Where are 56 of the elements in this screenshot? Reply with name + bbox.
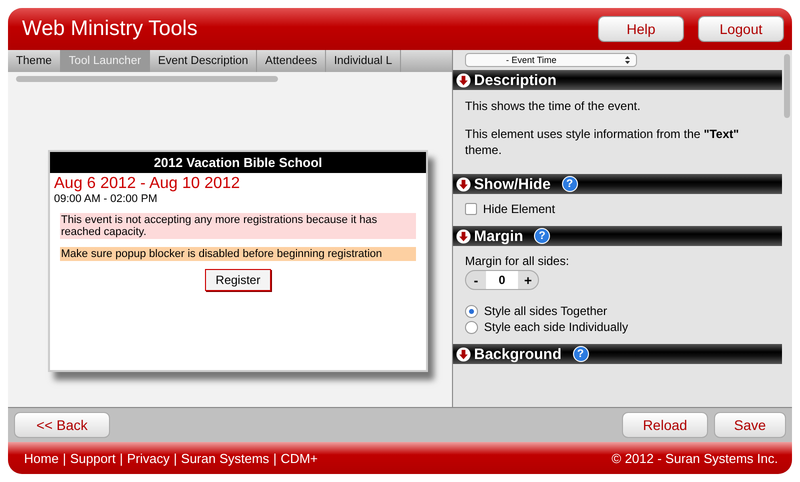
down-arrow-icon[interactable] [456,72,471,88]
footer-link[interactable]: Privacy [127,450,170,466]
toolbar-button[interactable]: Reload [622,412,708,438]
element-select[interactable]: - Event Time [465,53,637,67]
help-icon[interactable]: ? [562,176,578,192]
description-text: This element uses style information from the "Text" theme. [465,126,740,158]
down-arrow-icon[interactable] [456,346,471,362]
tab[interactable]: Attendees [257,50,326,72]
event-time: 09:00 AM - 02:00 PM [53,193,158,207]
increment-button[interactable]: + [518,272,538,288]
section-header[interactable]: Show/Hide ? [453,174,782,194]
app-title: Web Ministry Tools [22,17,198,41]
radio-label: Style all sides Together [484,304,608,318]
vertical-scrollbar[interactable] [784,54,790,118]
checkbox[interactable] [465,203,477,215]
radio-button[interactable] [465,304,478,318]
description-text: This shows the time of the event. [465,98,642,114]
decrement-button[interactable]: - [466,272,486,288]
register-button[interactable]: Register [204,269,272,291]
checkbox-label: Hide Element [483,202,556,216]
field-label: Margin for all sides: [465,254,570,268]
select-arrows-icon [625,56,630,64]
header-button[interactable]: Logout [698,16,784,42]
link-separator: | [62,450,66,466]
section-title: Background [474,346,562,362]
link-separator: | [174,450,178,466]
down-arrow-icon[interactable] [456,176,471,192]
tab[interactable]: Individual L [326,50,402,72]
margin-value[interactable]: 0 [486,271,518,289]
footer-link[interactable]: Home [24,450,59,466]
tab[interactable]: Event Description [150,50,258,72]
section-title: Description [474,72,557,88]
section-header[interactable]: Description [453,70,782,90]
help-icon[interactable]: ? [534,228,550,244]
notice-message: This event is not accepting any more registrations because it has reached capacity. [60,213,416,239]
footer-link[interactable]: CDM+ [280,450,318,466]
header-button[interactable]: Help [598,16,684,42]
help-icon[interactable]: ? [572,346,589,362]
event-dates: Aug 6 2012 - Aug 10 2012 [53,174,241,193]
toolbar-button[interactable]: Save [714,412,786,438]
horizontal-scrollbar[interactable] [16,76,278,82]
radio-label: Style each side Individually [484,320,628,334]
section-header[interactable]: Margin ? [453,226,782,246]
down-arrow-icon[interactable] [456,228,471,244]
footer-link[interactable]: Support [70,450,116,466]
section-header[interactable]: Background ? [453,344,782,364]
back-button[interactable]: << Back [14,412,110,438]
section-title: Show/Hide [474,176,551,192]
link-separator: | [273,450,277,466]
section-title: Margin [474,228,524,244]
link-separator: | [120,450,124,466]
notice-message: Make sure popup blocker is disabled before beginning registration [60,247,416,261]
copyright-text: © 2012 - Suran Systems Inc. [612,450,778,466]
radio-button[interactable] [465,320,478,334]
event-title: 2012 Vacation Bible School [50,152,426,173]
footer-link[interactable]: Suran Systems [181,450,270,466]
